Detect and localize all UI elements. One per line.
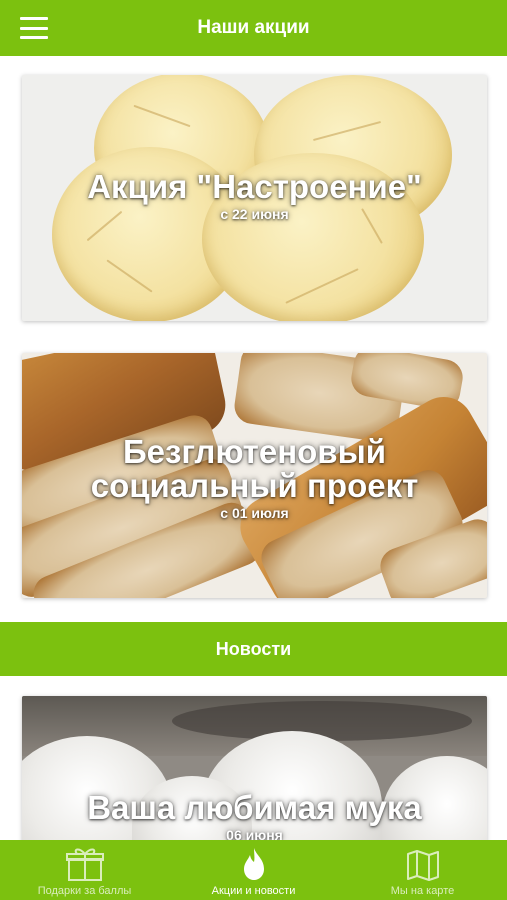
promo-card-mood[interactable]: Акция "Настроение" с 22 июня	[22, 75, 487, 321]
news-card-flour[interactable]: Ваша любимая мука 06 июня	[22, 696, 487, 840]
map-icon	[406, 850, 439, 881]
flame-icon	[243, 848, 264, 880]
promo-title-line1: Безглютеновый	[122, 433, 387, 470]
news-title: Ваша любимая мука	[87, 789, 422, 826]
tab-label: Акции и новости	[211, 885, 296, 897]
promo-title-line2: социальный проект	[90, 467, 419, 504]
news-caption: Ваша любимая мука 06 июня	[22, 789, 487, 841]
news-date: 06 июня	[226, 827, 283, 840]
tab-promos-news[interactable]: Акции и новости	[169, 840, 338, 900]
promo-title: Акция "Настроение"	[87, 168, 422, 205]
tab-gifts[interactable]: Подарки за баллы	[0, 840, 169, 900]
news-section-header: Новости	[0, 622, 507, 676]
tab-label: Мы на карте	[390, 885, 455, 897]
menu-icon[interactable]	[20, 17, 48, 39]
bottom-tab-bar: Подарки за баллы Акции и новости Мы на к…	[0, 840, 507, 900]
tab-label: Подарки за баллы	[37, 885, 132, 897]
gift-icon	[65, 848, 104, 881]
top-app-bar: Наши акции	[0, 0, 507, 56]
news-section-title: Новости	[215, 638, 292, 659]
promo-date: с 01 июля	[220, 505, 289, 521]
promo-caption: Акция "Настроение" с 22 июня	[22, 168, 487, 223]
tab-map[interactable]: Мы на карте	[338, 840, 507, 900]
promo-list[interactable]: Акция "Настроение" с 22 июня Безглютенов…	[0, 56, 507, 840]
page-title: Наши акции	[197, 17, 310, 38]
promo-card-gluten-free[interactable]: Безглютеновый социальный проект с 01 июл…	[22, 353, 487, 598]
promo-date: с 22 июня	[220, 206, 289, 222]
promo-caption: Безглютеновый социальный проект с 01 июл…	[22, 433, 487, 522]
